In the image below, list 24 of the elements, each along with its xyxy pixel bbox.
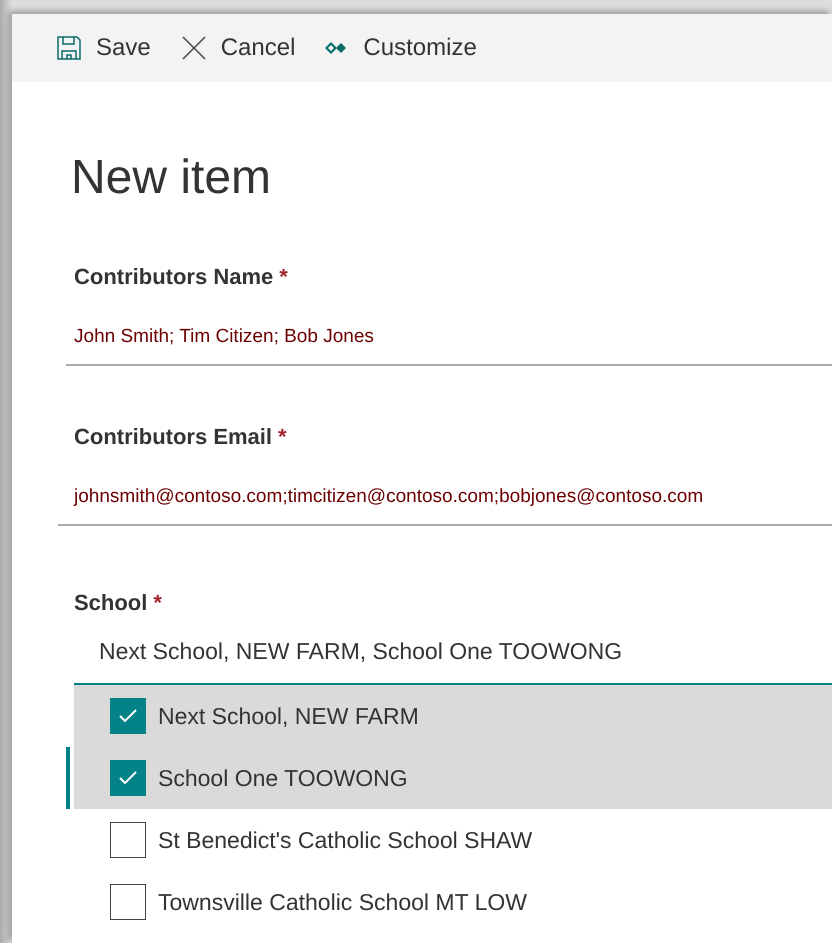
checkbox[interactable] <box>110 698 146 734</box>
option-label: St Benedict's Catholic School SHAW <box>158 826 532 854</box>
option-label: Townsville Catholic School MT LOW <box>158 888 527 916</box>
save-button[interactable]: Save <box>56 34 151 62</box>
dropdown-option[interactable]: School One TOOWONG <box>74 747 832 809</box>
checkbox[interactable] <box>110 884 146 920</box>
dropdown-option[interactable]: Next School, NEW FARM <box>74 685 832 747</box>
page-title: New item <box>71 150 272 206</box>
field-label: School <box>74 590 148 616</box>
checkbox[interactable] <box>110 822 146 858</box>
save-icon <box>56 35 82 61</box>
text-field[interactable]: John Smith; Tim Citizen; Bob Jones <box>66 318 832 366</box>
required-mark: * <box>153 590 162 616</box>
cancel-button[interactable]: Cancel <box>180 34 296 62</box>
text-field[interactable]: johnsmith@contoso.com;timcitizen@contoso.com;bobjones@contoso.com <box>58 478 832 526</box>
checkbox[interactable] <box>110 760 146 796</box>
customize-button[interactable]: Customize <box>325 34 477 62</box>
field-label: Contributors Email <box>74 424 272 450</box>
required-mark: * <box>279 264 288 290</box>
field-label: Contributors Name <box>74 264 274 290</box>
option-label: School One TOOWONG <box>158 764 408 792</box>
option-label: Next School, NEW FARM <box>158 702 419 730</box>
close-icon <box>180 35 207 61</box>
required-mark: * <box>278 424 287 450</box>
